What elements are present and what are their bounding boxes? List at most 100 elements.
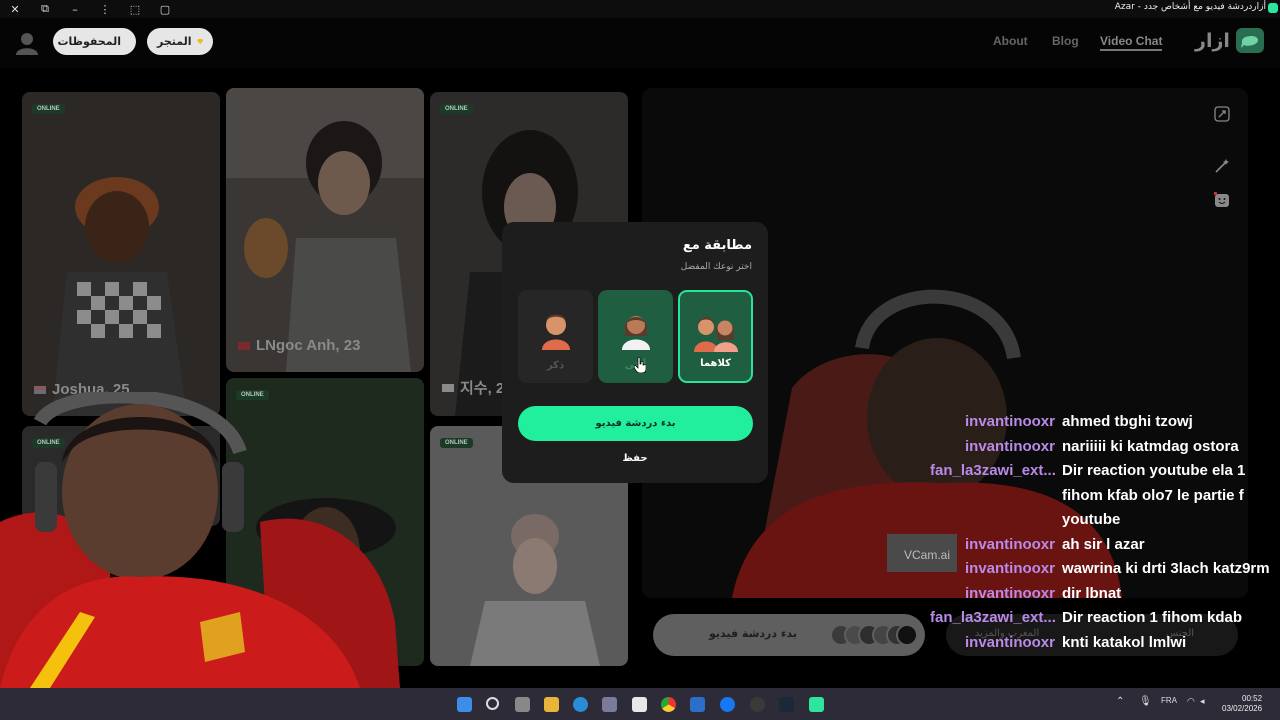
magic-wand-icon[interactable] <box>1214 158 1230 174</box>
chat-text: wawrina ki drti 3lach katz9rm <box>1062 560 1270 577</box>
saved-label: المحفوظات <box>57 35 121 48</box>
outlook-icon[interactable] <box>690 697 705 712</box>
close-icon[interactable]: ✕ <box>0 0 30 18</box>
streamer-webcam-overlay <box>0 392 400 688</box>
chat-username: invantinooxr <box>964 535 1055 553</box>
search-icon[interactable] <box>486 697 499 710</box>
tab-icon[interactable]: ▢ <box>150 0 180 18</box>
clock-date: 03/02/2026 <box>1222 704 1263 713</box>
chat-username: invantinooxr <box>964 560 1055 577</box>
profile-photo <box>226 88 424 372</box>
option-female[interactable]: أنثى <box>598 290 673 383</box>
chat-text: Dir reaction 1 fihom kdab <box>1062 609 1243 626</box>
app-icon <box>1268 3 1278 13</box>
chrome-icon[interactable] <box>661 697 676 712</box>
online-badge: ONLINE <box>440 104 473 114</box>
profile-name: LNgoc Anh, 23 <box>238 337 360 354</box>
chat-username: fan_la3zawi_ext... <box>930 462 1056 479</box>
chat-text: ahmed tbghi tzowj <box>1062 413 1193 430</box>
profile-card[interactable]: ONLINE Joshua, 25 <box>22 92 220 416</box>
chat-text: nariiiii ki katmdag ostora <box>1062 437 1239 455</box>
online-badge: ONLINE <box>440 438 473 448</box>
more-icon[interactable]: ⋮ <box>90 0 120 18</box>
taskbar: ⌃ 🎙 FRA ◠ ◂ 00:52 03/02/2026 <box>0 688 1280 720</box>
brand-word: ازار <box>1195 29 1230 52</box>
profile-card[interactable]: LNgoc Anh, 23 <box>226 88 424 372</box>
online-badge: ONLINE <box>32 104 65 114</box>
brand-logo[interactable]: ازار <box>1195 28 1264 53</box>
file-explorer-icon[interactable] <box>544 697 559 712</box>
couple-avatar-icon <box>693 317 738 352</box>
nav-about[interactable]: About <box>993 34 1028 48</box>
chat-message: invantinooxr wawrina ki drti 3lach katz9… <box>930 557 1280 582</box>
chat-text: Dir reaction youtube ela 1 fihom kfab ol… <box>1062 462 1246 528</box>
chat-message: invantinooxr dir lbnat <box>930 582 1280 607</box>
edge-icon[interactable] <box>573 697 588 712</box>
store-label: المتجر <box>157 35 192 48</box>
chat-message: fan_la3zawi_ext... Dir reaction 1 fihom … <box>930 606 1280 631</box>
user-icon <box>16 33 38 55</box>
modal-subtitle: اختر نوعك المفضل <box>680 262 752 272</box>
notepad-icon[interactable] <box>632 697 647 712</box>
restore-icon[interactable]: ⧉ <box>30 0 60 18</box>
save-link[interactable]: حفظ <box>502 453 768 464</box>
expand-icon[interactable] <box>1214 106 1230 122</box>
chat-username: fan_la3zawi_ext... <box>930 609 1056 626</box>
chat-text: knti katakol lmlwi <box>1062 633 1187 651</box>
task-view-icon[interactable] <box>515 697 530 712</box>
chat-text: dir lbnat <box>1062 584 1122 602</box>
chat-message: fan_la3zawi_ext... Dir reaction youtube … <box>930 459 1280 533</box>
start-video-chat-label: بدء دردشة فيديو <box>709 627 797 640</box>
kr-flag-icon <box>442 383 454 392</box>
obs-icon[interactable] <box>750 697 765 712</box>
taskbar-clock[interactable]: 00:52 03/02/2026 <box>1222 694 1262 714</box>
chat-username: invantinooxr <box>964 413 1055 430</box>
minimize-icon[interactable]: – <box>60 0 90 18</box>
option-both[interactable]: كلاهما <box>678 290 753 383</box>
steam-icon[interactable] <box>779 697 794 712</box>
profile-avatar-button[interactable] <box>14 30 40 56</box>
window-title: أزاردردشة فيديو مع أشخاص جدد - Azar <box>1114 2 1266 12</box>
option-both-label: كلاهما <box>700 358 731 369</box>
sticker-icon[interactable] <box>1213 191 1230 208</box>
chat-message: invantinooxr knti katakol lmlwi <box>930 631 1280 656</box>
chat-text: ah sir l azar <box>1062 535 1145 553</box>
gem-icon <box>196 38 203 45</box>
stream-chat-overlay: invantinooxr ahmed tbghi tzowj invantino… <box>930 410 1280 655</box>
wifi-icon[interactable]: ◠ <box>1187 696 1195 707</box>
app-header: المحفوظات المتجر About Blog Video Chat ا… <box>0 18 1280 68</box>
option-male-label: ذكر <box>546 360 565 371</box>
store-button[interactable]: المتجر <box>147 28 213 55</box>
profile-photo <box>22 92 220 416</box>
microphone-icon[interactable]: 🎙 <box>1139 696 1152 707</box>
chat-message: invantinooxr ah sir l azar <box>930 533 1280 558</box>
nav-video-chat[interactable]: Video Chat <box>1100 34 1163 51</box>
chat-username: invantinooxr <box>964 633 1055 651</box>
chat-message: invantinooxr ahmed tbghi tzowj <box>930 410 1280 435</box>
language-indicator[interactable]: FRA <box>1161 696 1177 705</box>
start-menu-icon[interactable] <box>457 697 472 712</box>
clock-time: 00:52 <box>1242 694 1263 703</box>
female-avatar-icon <box>621 316 650 350</box>
male-avatar-icon <box>541 314 570 350</box>
volume-icon[interactable]: ◂ <box>1200 696 1205 707</box>
chat-message: invantinooxr nariiiii ki katmdag ostora <box>930 435 1280 460</box>
extensions-icon[interactable]: ⬚ <box>120 0 150 18</box>
store-icon[interactable] <box>602 697 617 712</box>
azar-logo-icon <box>1235 28 1264 53</box>
saved-button[interactable]: المحفوظات <box>53 28 136 55</box>
azar-app-icon[interactable] <box>809 697 824 712</box>
start-video-chat-button[interactable]: بدء دردشة فيديو <box>518 406 753 441</box>
profile-name: 지수, 2 <box>442 377 504 398</box>
hand-cursor-icon <box>634 357 646 373</box>
vn-flag-icon <box>238 341 250 350</box>
start-video-chat-bar[interactable]: بدء دردشة فيديو <box>653 614 925 656</box>
chat-username: invantinooxr <box>964 437 1055 455</box>
chat-username: invantinooxr <box>964 584 1055 602</box>
nav-blog[interactable]: Blog <box>1052 34 1079 48</box>
facebook-icon[interactable] <box>720 697 735 712</box>
avatar-stack-icon <box>831 624 917 646</box>
option-male[interactable]: ذكر <box>518 290 593 383</box>
tray-chevron-icon[interactable]: ⌃ <box>1116 696 1124 707</box>
modal-title: مطابقة مع <box>682 238 752 253</box>
